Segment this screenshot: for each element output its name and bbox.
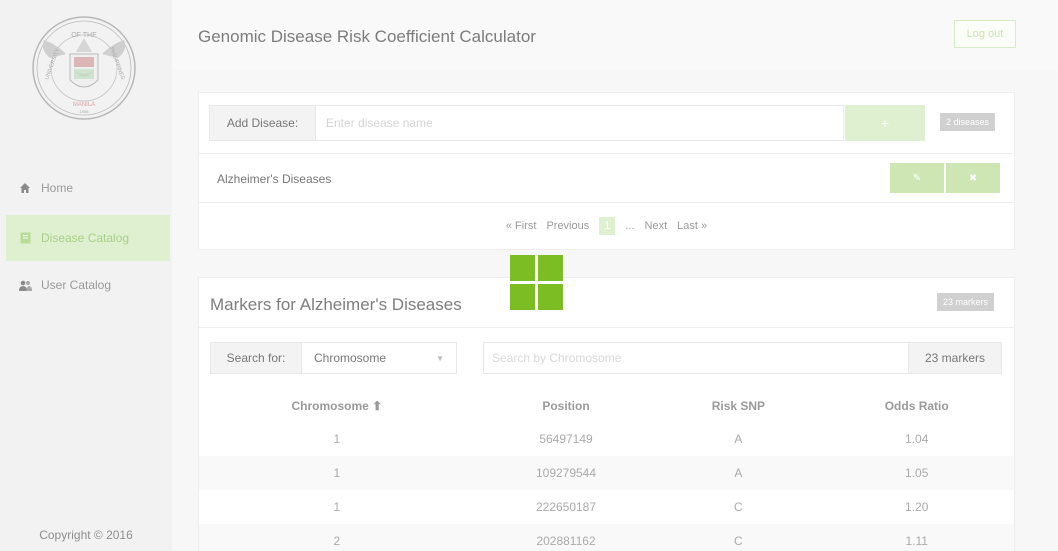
- divider: [199, 327, 1014, 328]
- markers-title: Markers for Alzheimer's Diseases: [210, 295, 462, 314]
- cell-chromosome: 2: [199, 524, 475, 551]
- disease-name: Alzheimer's Diseases: [217, 172, 332, 186]
- edit-button[interactable]: ✎: [890, 163, 944, 193]
- seal-text-top: OF THE: [71, 32, 97, 39]
- cell-odds-ratio: 1.05: [819, 456, 1014, 490]
- column-header-risk-snp[interactable]: Risk SNP: [657, 390, 819, 422]
- cell-risk-snp: A: [657, 456, 820, 490]
- cell-risk-snp: C: [734, 500, 743, 514]
- close-icon: ✖: [968, 172, 978, 184]
- cell-chromosome: 1: [199, 456, 475, 490]
- book-icon: [18, 231, 32, 245]
- search-input[interactable]: [483, 342, 909, 374]
- cell-position: 109279544: [474, 456, 658, 490]
- caret-down-icon: ▼: [436, 354, 444, 363]
- users-icon: [18, 278, 32, 292]
- sidebar: OF THE UNIVERSITY PHILIPPINES MANILA 190…: [0, 0, 172, 551]
- column-header-position[interactable]: Position: [475, 390, 658, 422]
- search-field-value: Chromosome: [314, 351, 387, 365]
- cell-chromosome: 1: [333, 432, 341, 446]
- pagination-first[interactable]: « First: [506, 220, 537, 232]
- disease-panel: Add Disease: + 2 diseases Alzheimer's Di…: [198, 92, 1015, 250]
- university-seal-logo: OF THE UNIVERSITY PHILIPPINES MANILA 190…: [32, 16, 136, 120]
- sidebar-item-label: User Catalog: [41, 278, 112, 292]
- markers-table: Chromosome ⬆ Position Risk SNP Odds Rati…: [199, 390, 1014, 551]
- add-disease-label: Add Disease:: [210, 106, 316, 140]
- sidebar-item-home[interactable]: Home: [6, 165, 170, 211]
- pagination-previous[interactable]: Previous: [546, 220, 589, 232]
- add-disease-button[interactable]: +: [845, 105, 925, 141]
- home-icon: [18, 181, 32, 195]
- sidebar-item-label: Disease Catalog: [41, 231, 130, 245]
- list-item[interactable]: Alzheimer's Diseases ✎ ✖: [199, 153, 1014, 203]
- cell-risk-snp: A: [734, 432, 743, 446]
- delete-button[interactable]: ✖: [946, 163, 1000, 193]
- column-header-odds-ratio[interactable]: Odds Ratio: [819, 390, 1014, 422]
- table-row[interactable]: 1 222650187 C 1.20: [199, 490, 1014, 524]
- seal-year: 1908: [80, 109, 90, 114]
- table-row[interactable]: 1 56497149 A 1.04: [199, 422, 1014, 456]
- cell-odds-ratio: 1.11: [819, 524, 1014, 551]
- cell-position: 222650187: [535, 500, 597, 514]
- markers-panel: Markers for Alzheimer's Diseases 23 mark…: [198, 277, 1015, 551]
- windows-logo-icon: [510, 255, 563, 311]
- disease-name-input[interactable]: [316, 106, 843, 140]
- search-for-label: Search for:: [210, 342, 302, 374]
- logout-button[interactable]: Log out: [954, 20, 1016, 48]
- sidebar-item-label: Home: [41, 181, 74, 195]
- pagination-last[interactable]: Last »: [677, 220, 707, 232]
- search-field-select[interactable]: Chromosome ▼: [301, 342, 457, 374]
- sidebar-item-disease-catalog[interactable]: Disease Catalog: [6, 215, 170, 261]
- cell-odds-ratio: 1.04: [905, 432, 929, 446]
- add-disease-group: Add Disease:: [209, 105, 844, 141]
- pencil-icon: ✎: [912, 172, 922, 184]
- topbar: Genomic Disease Risk Coefficient Calcula…: [172, 0, 1058, 70]
- copyright: Copyright © 2016: [39, 528, 133, 542]
- pagination-next[interactable]: Next: [645, 220, 668, 232]
- table-row[interactable]: 2 202881162 C 1.11: [199, 524, 1014, 551]
- cell-risk-snp: C: [657, 524, 820, 551]
- page-title: Genomic Disease Risk Coefficient Calcula…: [198, 27, 536, 46]
- cell-chromosome: 1: [333, 500, 341, 514]
- sidebar-item-user-catalog[interactable]: User Catalog: [6, 262, 170, 308]
- cell-position: 56497149: [539, 432, 593, 446]
- pagination: « First Previous 1 ... Next Last »: [199, 215, 1014, 237]
- table-row[interactable]: 1 109279544 A 1.05: [199, 456, 1014, 490]
- pagination-current-page[interactable]: 1: [599, 217, 616, 235]
- table-header-row: Chromosome ⬆ Position Risk SNP Odds Rati…: [199, 390, 1014, 422]
- seal-text-bottom: MANILA: [73, 102, 95, 108]
- search-result-count: 23 markers: [908, 342, 1002, 374]
- column-header-chromosome[interactable]: Chromosome ⬆: [199, 390, 475, 422]
- disease-count-badge: 2 diseases: [940, 113, 996, 131]
- pagination-ellipsis: ...: [625, 220, 635, 232]
- marker-count-badge: 23 markers: [937, 293, 995, 311]
- cell-position: 202881162: [474, 524, 658, 551]
- cell-odds-ratio: 1.20: [905, 500, 929, 514]
